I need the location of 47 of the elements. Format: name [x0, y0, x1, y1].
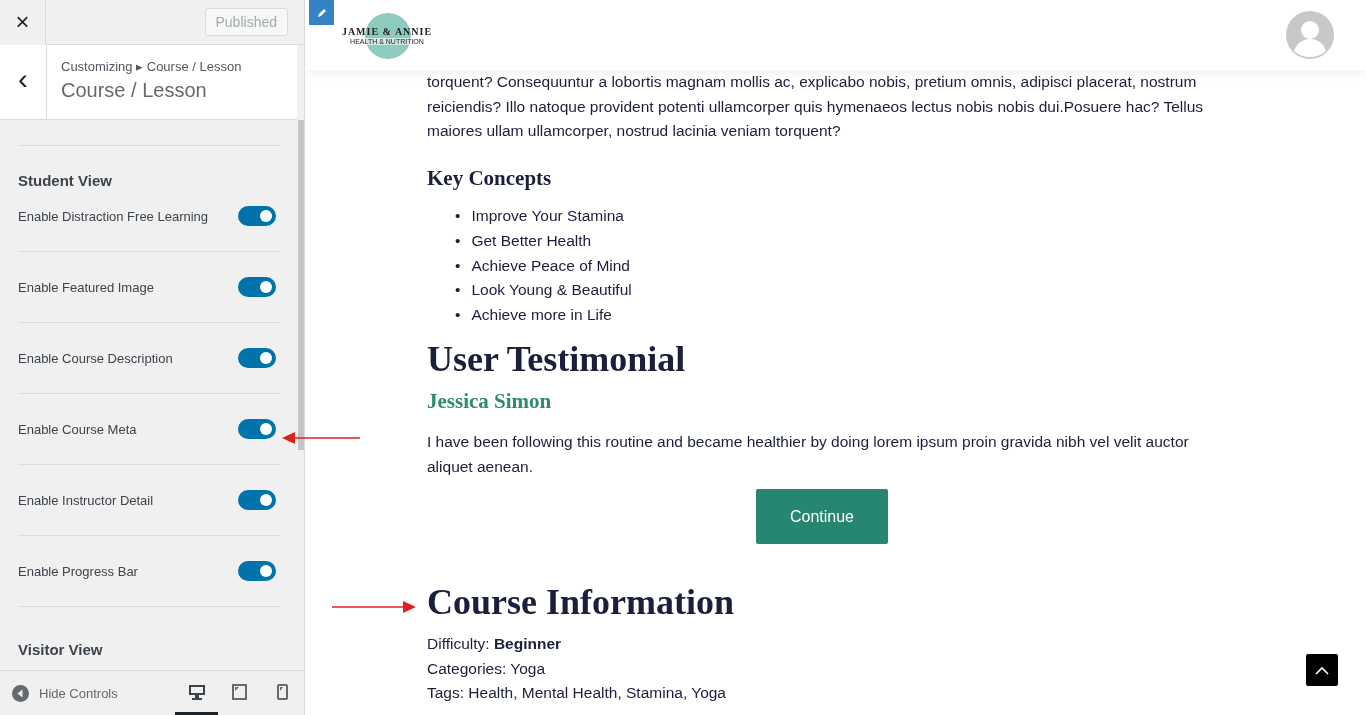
tablet-icon[interactable]: [232, 683, 247, 700]
info-line: Tags: Health, Mental Health, Stamina, Yoga: [427, 683, 727, 704]
toggle-switch[interactable]: [238, 490, 276, 510]
bullet: •: [455, 230, 461, 251]
breadcrumb: Customizing ▸ Course / Lesson: [61, 59, 242, 74]
section-heading: Key Concepts: [427, 165, 553, 191]
logo-name: JAMIE & ANNIE: [341, 25, 433, 37]
setting-label: Enable Instructor Detail: [18, 492, 154, 508]
list-item: Look Young & Beautiful: [471, 280, 632, 301]
bullet: •: [455, 206, 461, 227]
continue-button[interactable]: Continue: [756, 489, 888, 545]
bullet: •: [455, 304, 461, 325]
close-button[interactable]: ×: [0, 0, 46, 45]
section-heading: Visitor View: [18, 641, 104, 658]
scrollbar[interactable]: [298, 120, 304, 450]
setting-label: Enable Course Description: [18, 350, 173, 366]
section-heading: Course Information: [427, 581, 735, 625]
scroll-to-top-button[interactable]: [1306, 654, 1338, 686]
info-line: Difficulty: Beginner: [427, 634, 563, 655]
section-heading: User Testimonial: [427, 338, 687, 382]
panel-title: Course / Lesson: [61, 79, 208, 102]
toggle-switch[interactable]: [238, 348, 276, 368]
bullet: •: [455, 280, 461, 301]
bullet: •: [455, 255, 461, 276]
list-item: Get Better Health: [471, 230, 592, 251]
list-item: Improve Your Stamina: [471, 206, 624, 227]
edit-icon[interactable]: [309, 0, 334, 25]
toggle-switch[interactable]: [238, 277, 276, 297]
testimonial-quote: I have been following this routine and became healthier by doing lorem ipsum proin gravida nibh vel velit auctor aliquet aenean.: [427, 431, 1190, 477]
setting-label: Enable Course Meta: [18, 421, 137, 437]
toggle-switch[interactable]: [238, 419, 276, 439]
list-item: Achieve more in Life: [471, 304, 612, 325]
list-item: Achieve Peace of Mind: [471, 255, 630, 276]
mobile-icon[interactable]: [277, 683, 288, 700]
body-paragraph: torquent? Consequuntur a lobortis magnam mollis ac, explicabo nobis, pretium omnis, adipisci placerat, nostrum reiciendis? Illo natoque provident potenti ullamcorper quis hymenaeos lectus nobis nobis dui.Posuere hac? Tellus maiores ullam ullamcorper, nostrud lacinia veniam torquent?: [427, 72, 1205, 142]
setting-label: Enable Distraction Free Learning: [18, 208, 209, 224]
toggle-switch[interactable]: [238, 206, 276, 226]
collapse-icon: [12, 684, 29, 702]
toggle-switch[interactable]: [238, 561, 276, 581]
testimonial-author: Jessica Simon: [427, 389, 553, 414]
chevron-up-icon: [1315, 665, 1329, 675]
section-heading: Student View: [18, 172, 113, 189]
setting-label: Enable Featured Image: [18, 279, 154, 295]
hide-controls-button[interactable]: Hide Controls: [12, 684, 118, 702]
setting-label: Enable Progress Bar: [18, 563, 138, 579]
desktop-icon[interactable]: [187, 683, 206, 700]
info-line: Categories: Yoga: [427, 658, 547, 679]
